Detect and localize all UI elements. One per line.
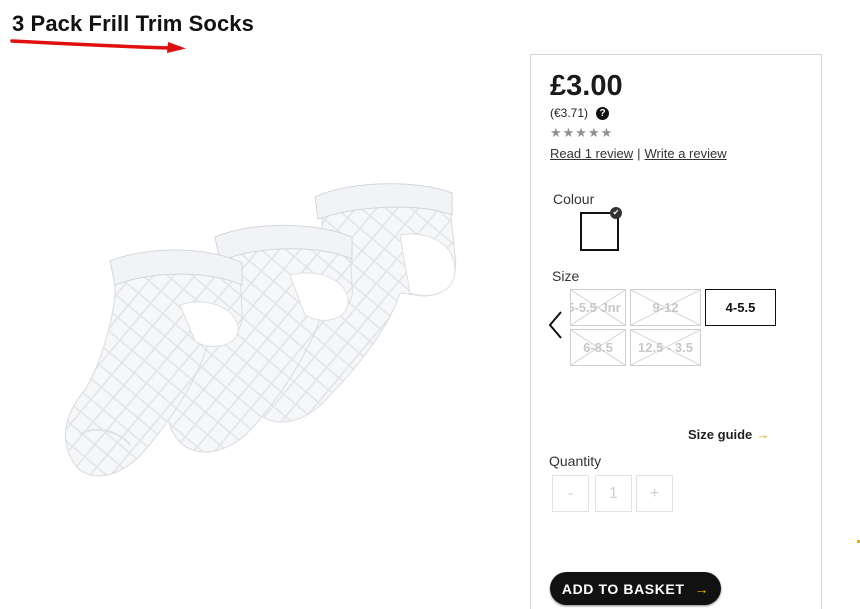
write-review-link[interactable]: Write a review xyxy=(645,146,727,161)
size-option-disabled[interactable]: 5-5.5 Jnr xyxy=(570,289,626,326)
product-title: 3 Pack Frill Trim Socks xyxy=(12,11,254,36)
chevron-left-icon[interactable] xyxy=(546,310,564,340)
question-mark-icon[interactable]: ? xyxy=(596,106,610,120)
size-guide-label: Size guide xyxy=(688,427,753,442)
quantity-increase-button[interactable]: + xyxy=(636,475,673,512)
size-option-disabled[interactable]: 6-8.5 xyxy=(570,329,626,366)
product-image xyxy=(64,183,457,477)
size-guide-link[interactable]: Size guide → xyxy=(688,427,769,442)
colour-label: Colour xyxy=(553,191,595,207)
size-option-disabled[interactable]: 12.5 - 3.5 xyxy=(630,329,701,366)
quantity-input[interactable]: 1 xyxy=(595,475,632,512)
size-option-disabled[interactable]: 9-12 xyxy=(630,289,701,326)
review-links: Read 1 review | Write a review xyxy=(550,146,727,161)
quantity-label: Quantity xyxy=(549,453,602,469)
price-secondary: (€3.71) ? xyxy=(550,106,610,120)
annotation-arrow-icon xyxy=(10,39,186,53)
rating-stars: ★★★★★ xyxy=(550,125,614,140)
size-option-selected[interactable]: 4-5.5 xyxy=(705,289,776,326)
read-reviews-link[interactable]: Read 1 review xyxy=(550,146,633,161)
price: £3.00 xyxy=(550,70,623,102)
add-to-basket-label: ADD TO BASKET xyxy=(561,580,685,597)
add-to-basket-button[interactable]: ADD TO BASKET → xyxy=(550,572,721,605)
checkmark-icon: ✔ xyxy=(610,207,622,219)
quantity-decrease-button[interactable]: - xyxy=(552,475,589,512)
size-label: Size xyxy=(552,268,580,284)
review-separator: | xyxy=(637,146,641,161)
price-euro: (€3.71) xyxy=(550,106,589,120)
arrow-right-icon: → xyxy=(756,427,770,442)
arrow-right-icon: → xyxy=(694,580,710,597)
